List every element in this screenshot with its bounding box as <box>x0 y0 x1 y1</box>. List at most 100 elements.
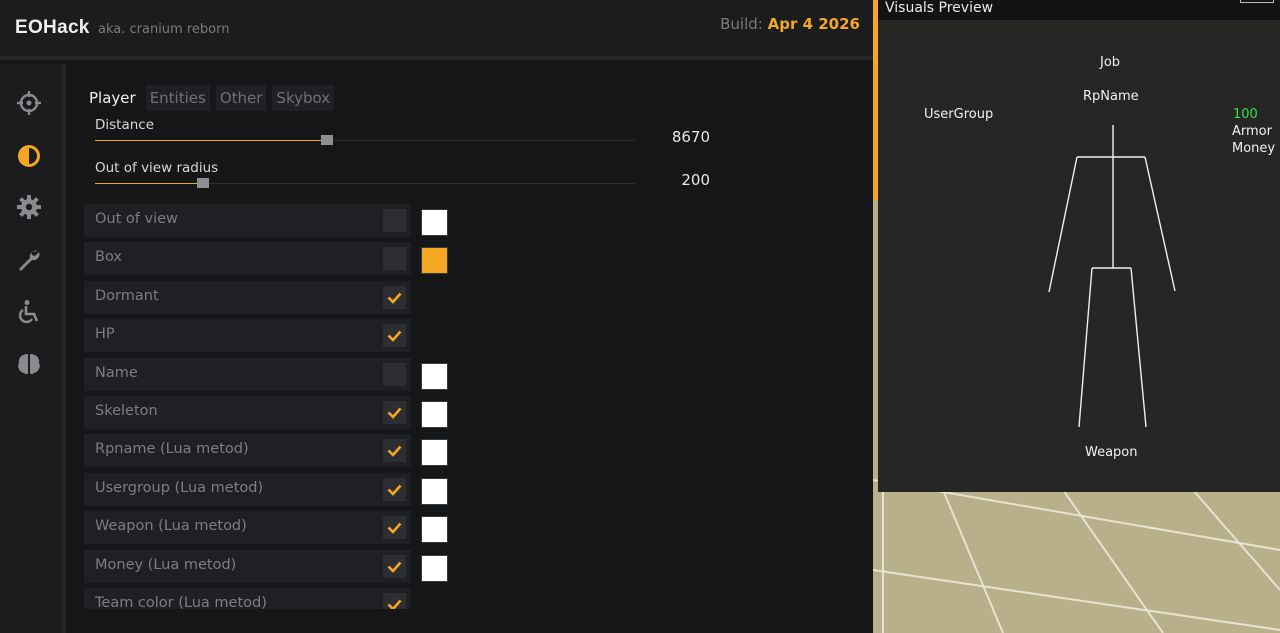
preview-job: Job <box>1100 55 1121 70</box>
build-label: Build: <box>720 15 763 33</box>
option-checkbox[interactable] <box>383 247 406 271</box>
option-checkbox[interactable] <box>383 477 406 501</box>
half-circle-visuals-icon <box>18 145 40 167</box>
preview-hp: 100 <box>1233 107 1258 122</box>
brand-subtitle: aka. cranium reborn <box>98 22 230 37</box>
option-label: Skeleton <box>95 402 158 419</box>
option-color-swatch[interactable] <box>421 554 448 582</box>
option-checkbox[interactable] <box>383 439 406 463</box>
wrench-icon <box>19 250 40 271</box>
checkmark-icon <box>387 407 402 419</box>
title-bar[interactable]: EOHack aka. cranium reborn Build: Apr 4 … <box>0 0 873 60</box>
option-checkbox[interactable] <box>383 209 406 232</box>
option-background[interactable]: Weapon (Lua metod) <box>84 511 411 545</box>
option-label: Rpname (Lua metod) <box>95 441 249 458</box>
option-color-swatch[interactable] <box>421 477 448 505</box>
option-checkbox[interactable] <box>383 324 406 348</box>
sidebar-item-brain[interactable] <box>14 349 44 379</box>
checkmark-icon <box>387 330 402 343</box>
option-color-swatch[interactable] <box>421 439 448 467</box>
option-row: Box <box>84 242 484 276</box>
preview-title-bar[interactable]: Visuals Preview <box>878 0 1280 20</box>
visuals-preview-window: Visuals Preview Job RpName UserGroup 100… <box>878 0 1280 492</box>
option-background[interactable]: Usergroup (Lua metod) <box>84 472 411 506</box>
preview-usergroup: UserGroup <box>924 107 994 122</box>
option-row: Skeleton <box>84 395 484 429</box>
preview-weapon: Weapon <box>1085 445 1138 460</box>
sidebar-item-visuals[interactable] <box>14 141 44 171</box>
option-row: Usergroup (Lua metod) <box>84 472 484 506</box>
preview-body: Job RpName UserGroup 100 Armor Money Wea… <box>878 20 1280 492</box>
option-label: Name <box>95 364 138 381</box>
sidebar-item-tools[interactable] <box>14 245 44 275</box>
option-checkbox[interactable] <box>383 554 406 578</box>
gear-icon <box>17 195 41 219</box>
sidebar <box>0 64 66 633</box>
sidebar-item-misc[interactable] <box>14 192 44 222</box>
tab-player[interactable]: Player <box>85 85 140 111</box>
wheelchair-icon <box>18 300 39 324</box>
option-color-swatch[interactable] <box>421 516 448 544</box>
option-background[interactable]: Skeleton <box>84 395 411 429</box>
option-color-swatch[interactable] <box>421 209 448 236</box>
preview-rpname: RpName <box>1083 89 1139 104</box>
distance-value: 8670 <box>671 128 710 146</box>
checkmark-icon <box>387 484 402 496</box>
out-of-view-radius-fill <box>95 183 203 184</box>
preview-money: Money <box>1232 141 1276 156</box>
option-background[interactable]: Out of view <box>84 204 411 237</box>
checkmark-icon <box>387 522 402 535</box>
option-background[interactable]: Name <box>84 357 411 391</box>
option-background[interactable]: Rpname (Lua metod) <box>84 434 411 468</box>
option-row: Money (Lua metod) <box>84 549 484 583</box>
preview-armor: Armor <box>1232 124 1272 139</box>
preview-title: Visuals Preview <box>885 0 994 16</box>
option-checkbox[interactable] <box>383 362 406 386</box>
tab-skybox[interactable]: Skybox <box>272 85 335 111</box>
option-checkbox[interactable] <box>383 400 406 424</box>
distance-slider-row: Distance 8670 <box>95 117 710 157</box>
sidebar-item-accessibility[interactable] <box>14 297 44 327</box>
option-checkbox[interactable] <box>383 516 406 540</box>
out-of-view-radius-slider-row: Out of view radius 200 <box>95 160 710 200</box>
option-background[interactable]: Team color (Lua metod) <box>84 587 411 609</box>
out-of-view-radius-label: Out of view radius <box>95 160 219 176</box>
option-label: Box <box>95 249 122 266</box>
option-checkbox[interactable] <box>383 285 406 309</box>
sidebar-item-aimbot[interactable] <box>14 88 44 118</box>
option-label: Usergroup (Lua metod) <box>95 479 264 496</box>
option-label: Out of view <box>95 211 178 227</box>
option-background[interactable]: Dormant <box>84 280 411 314</box>
build-info: Build: Apr 4 2026 <box>720 15 860 33</box>
main-menu-window: EOHack aka. cranium reborn Build: Apr 4 … <box>0 0 873 633</box>
option-row: Rpname (Lua metod) <box>84 434 484 468</box>
option-color-swatch[interactable] <box>421 400 448 428</box>
tab-entities[interactable]: Entities <box>145 85 210 111</box>
option-background[interactable]: Money (Lua metod) <box>84 549 411 583</box>
option-list: Out of view Box Dormant HP Name Skeleton Rpnam… <box>84 204 484 609</box>
option-row: Out of view <box>84 204 484 237</box>
crosshair-icon <box>17 91 41 115</box>
option-label: Dormant <box>95 287 159 304</box>
checkmark-icon <box>387 561 402 573</box>
distance-thumb[interactable] <box>321 135 333 145</box>
visuals-panel: Player Entities Other Skybox Distance 86… <box>70 64 873 633</box>
option-row: HP <box>84 319 484 353</box>
tab-bar: Player Entities Other Skybox <box>85 85 335 111</box>
option-color-swatch[interactable] <box>421 247 448 275</box>
distance-label: Distance <box>95 117 155 133</box>
option-label: HP <box>95 326 115 343</box>
out-of-view-radius-thumb[interactable] <box>197 178 209 188</box>
checkmark-icon <box>387 292 402 304</box>
option-checkbox[interactable] <box>383 592 406 609</box>
option-row: Team color (Lua metod) <box>84 587 484 609</box>
build-date: Apr 4 2026 <box>767 15 860 33</box>
option-background[interactable]: Box <box>84 242 411 276</box>
tab-other[interactable]: Other <box>215 85 267 111</box>
option-color-swatch[interactable] <box>421 362 448 390</box>
option-label: Money (Lua metod) <box>95 556 237 573</box>
preview-close-button[interactable] <box>1240 0 1274 3</box>
distance-fill <box>95 140 327 141</box>
option-background[interactable]: HP <box>84 319 411 353</box>
checkmark-icon <box>387 445 402 458</box>
